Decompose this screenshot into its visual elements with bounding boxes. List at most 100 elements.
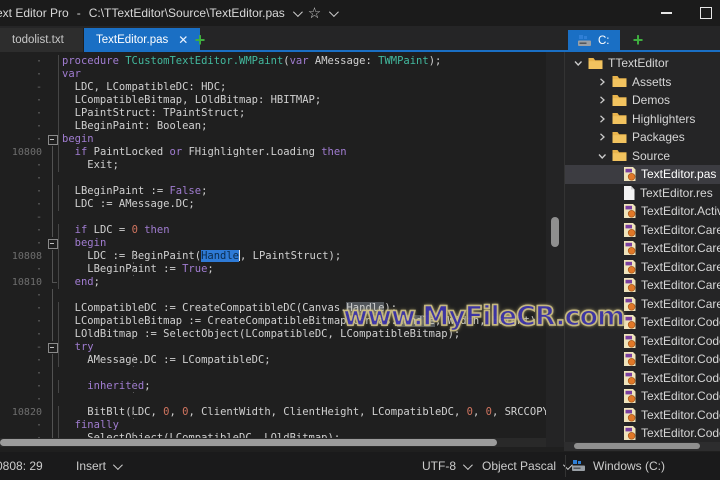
fold-column <box>42 198 58 211</box>
fold-toggle-icon[interactable] <box>42 237 58 250</box>
insert-mode-dropdown[interactable]: Insert <box>76 452 123 480</box>
code-line[interactable]: · <box>0 172 546 185</box>
tree-item-label: TextEditor.res <box>640 185 713 200</box>
tab-texteditor-pas[interactable]: TextEditor.pas ✕ <box>84 28 201 52</box>
explorer-horizontal-scrollbar[interactable] <box>564 442 720 451</box>
code-line[interactable]: · LCompatibleBitmap, LOldBitmap: HBITMAP… <box>0 94 546 107</box>
fold-column <box>42 81 58 94</box>
line-number: · <box>35 381 42 392</box>
chevron-right-icon[interactable] <box>597 95 607 105</box>
tree-item-texteditor-res[interactable]: TextEditor.res <box>565 184 720 203</box>
new-document-button[interactable]: + <box>188 28 212 52</box>
code-line[interactable]: 10820 BitBlt(LDC, 0, 0, ClientWidth, Cli… <box>0 406 546 419</box>
tree-item-texteditor-code[interactable]: TextEditor.Code <box>565 406 720 425</box>
code-line[interactable]: · <box>0 393 546 406</box>
tree-item-source[interactable]: Source <box>565 147 720 166</box>
line-number: · <box>35 173 42 184</box>
tree-item-texteditor-care[interactable]: TextEditor.Care <box>565 258 720 277</box>
code-line[interactable]: · procedure TCustomTextEditor.WMPaint(var… <box>0 55 546 68</box>
code-line[interactable]: · LBeginPaint := False; <box>0 185 546 198</box>
chevron-right-icon[interactable] <box>597 77 607 87</box>
new-explorer-tab-button[interactable]: + <box>626 28 650 52</box>
code-line[interactable]: · LCompatibleBitmap := CreateCompatibleB… <box>0 315 546 328</box>
tree-item-texteditor-care[interactable]: TextEditor.Care <box>565 276 720 295</box>
line-number: · <box>35 186 42 197</box>
code-line[interactable]: · LOldBitmap := SelectObject(LCompatible… <box>0 328 546 341</box>
code-line[interactable]: 10810 end; <box>0 276 546 289</box>
encoding-dropdown[interactable]: UTF-8 <box>422 452 473 480</box>
chevron-right-icon[interactable] <box>597 132 607 142</box>
tree-item-ttexteditor[interactable]: TTextEditor <box>565 54 720 73</box>
tree-item-texteditor-activ[interactable]: TextEditor.Activ <box>565 202 720 221</box>
tree-item-texteditor-care[interactable]: TextEditor.Care <box>565 221 720 240</box>
fold-column <box>42 94 58 107</box>
fold-toggle-icon[interactable] <box>42 133 58 146</box>
code-line[interactable]: · finally <box>0 419 546 432</box>
tree-item-texteditor-code[interactable]: TextEditor.Code <box>565 332 720 351</box>
editor-vertical-scrollbar[interactable] <box>546 52 564 447</box>
code-line[interactable]: - <box>0 211 546 224</box>
folder-icon <box>612 149 627 162</box>
tree-item-highlighters[interactable]: Highlighters <box>565 110 720 129</box>
tree-item-packages[interactable]: Packages <box>565 128 720 147</box>
code-line[interactable]: · begin <box>0 237 546 250</box>
tree-item-texteditor-care[interactable]: TextEditor.Care <box>565 239 720 258</box>
favorites-chevron-icon[interactable] <box>329 6 340 17</box>
line-number: 10810 <box>11 277 42 288</box>
code-editor[interactable]: · procedure TCustomTextEditor.WMPaint(var… <box>0 52 546 447</box>
tree-item-texteditor-code[interactable]: TextEditor.Code <box>565 350 720 369</box>
code-line[interactable]: · begin <box>0 133 546 146</box>
code-line[interactable]: · Exit; <box>0 159 546 172</box>
close-tab-icon[interactable]: ✕ <box>178 33 188 47</box>
code-line[interactable]: · AMessage.DC := LCompatibleDC; <box>0 354 546 367</box>
code-line[interactable]: · LCompatibleDC := CreateCompatibleDC(Ca… <box>0 302 546 315</box>
scrollbar-thumb[interactable] <box>0 439 497 446</box>
editor-horizontal-scrollbar[interactable] <box>0 438 546 447</box>
maximize-button[interactable] <box>700 7 712 19</box>
scrollbar-thumb[interactable] <box>551 217 559 247</box>
tree-item-assetts[interactable]: Assetts <box>565 73 720 92</box>
code-line[interactable]: · LBeginPaint: Boolean; <box>0 120 546 133</box>
code-line[interactable]: · inherited; <box>0 380 546 393</box>
favorite-star-icon[interactable]: ☆ <box>308 6 321 21</box>
tree-item-texteditor-care[interactable]: TextEditor.Care <box>565 295 720 314</box>
line-number: · <box>35 316 42 327</box>
tree-item-texteditor-code[interactable]: TextEditor.Code <box>565 387 720 406</box>
tab-todolist[interactable]: todolist.txt <box>0 28 84 52</box>
minimize-button[interactable] <box>661 12 672 14</box>
code-text: LPaintStruct: TPaintStruct; <box>58 107 546 120</box>
tree-item-texteditor-code[interactable]: TextEditor.Code <box>565 424 720 442</box>
chevron-right-icon[interactable] <box>597 114 607 124</box>
code-line[interactable]: - LDC, LCompatibleDC: HDC; <box>0 81 546 94</box>
code-line[interactable]: - try <box>0 341 546 354</box>
tree-item-texteditor-pas[interactable]: TextEditor.pas <box>565 165 720 184</box>
code-line[interactable]: · LBeginPaint := True; <box>0 263 546 276</box>
fold-column <box>42 146 58 159</box>
language-dropdown[interactable]: Object Pascal <box>482 452 573 480</box>
chevron-down-icon[interactable] <box>597 151 607 161</box>
code-line[interactable]: · var <box>0 68 546 81</box>
code-line[interactable]: · LDC := AMessage.DC; <box>0 198 546 211</box>
code-line[interactable]: · <box>0 367 546 380</box>
tree-item-label: TextEditor.Code <box>641 315 720 330</box>
code-line[interactable]: 10800 if PaintLocked or FHighlighter.Loa… <box>0 146 546 159</box>
chevron-down-icon[interactable] <box>573 58 583 68</box>
tree-item-label: TextEditor.Care <box>641 259 720 274</box>
line-number: 10800 <box>11 147 42 158</box>
fold-column <box>42 250 58 263</box>
fold-column <box>42 380 58 393</box>
drive-indicator[interactable]: Windows (C:) <box>572 452 665 480</box>
code-line[interactable]: 10808 LDC := BeginPaint(Handle, LPaintSt… <box>0 250 546 263</box>
code-line[interactable]: · if LDC = 0 then <box>0 224 546 237</box>
tree-item-texteditor-code[interactable]: TextEditor.Code <box>565 313 720 332</box>
line-number: · <box>35 420 42 431</box>
tree-item-demos[interactable]: Demos <box>565 91 720 110</box>
explorer-drive-tab[interactable]: C: <box>568 30 620 52</box>
recent-files-chevron-icon[interactable] <box>292 6 303 17</box>
tree-item-texteditor-code[interactable]: TextEditor.Code <box>565 369 720 388</box>
code-line[interactable]: · LPaintStruct: TPaintStruct; <box>0 107 546 120</box>
text-editor-pro-window: ext Editor Pro - C:\TTextEditor\Source\T… <box>0 0 720 480</box>
code-line[interactable]: · <box>0 289 546 302</box>
fold-toggle-icon[interactable] <box>42 341 58 354</box>
scrollbar-thumb[interactable] <box>574 443 700 449</box>
